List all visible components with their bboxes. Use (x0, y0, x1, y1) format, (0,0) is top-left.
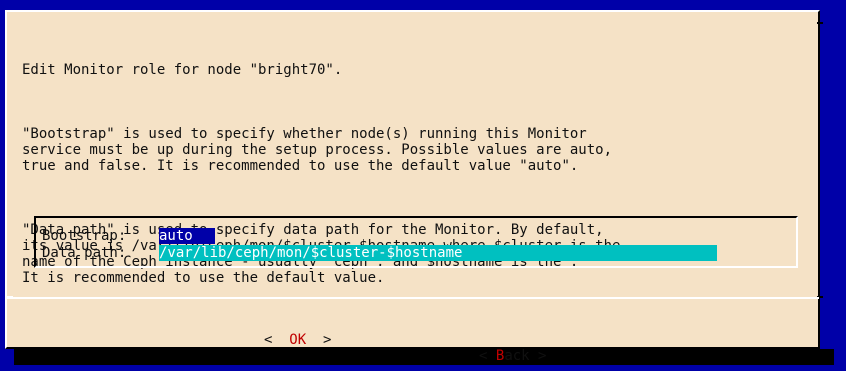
bootstrap-input[interactable]: auto (159, 228, 215, 244)
ok-left-bracket: < (264, 332, 273, 348)
bootstrap-label: Bootstrap: (42, 228, 127, 244)
dialog-corner-tick (817, 22, 823, 24)
ok-label-rest: K (297, 332, 307, 348)
ok-hotkey: O (289, 332, 298, 348)
back-label-rest: ack (504, 348, 530, 364)
dialog-title: Edit Monitor role for node "bright70". (22, 62, 343, 78)
back-button[interactable]: < Back > (479, 348, 546, 364)
data-path-label: Data path: (42, 245, 127, 261)
button-bar: < OK > < Back > (0, 316, 846, 364)
back-right-bracket: > (538, 348, 547, 364)
button-divider (7, 297, 819, 299)
bootstrap-description: "Bootstrap" is used to specify whether n… (22, 126, 613, 174)
ok-button[interactable]: < OK > (264, 332, 331, 348)
bootstrap-row: Bootstrap: auto (42, 228, 215, 244)
data-path-input[interactable]: /var/lib/ceph/mon/$cluster-$hostname (159, 245, 717, 261)
back-left-bracket: < (479, 348, 488, 364)
ok-right-bracket: > (323, 332, 332, 348)
data-path-row: Data path: /var/lib/ceph/mon/$cluster-$ho… (42, 245, 717, 261)
